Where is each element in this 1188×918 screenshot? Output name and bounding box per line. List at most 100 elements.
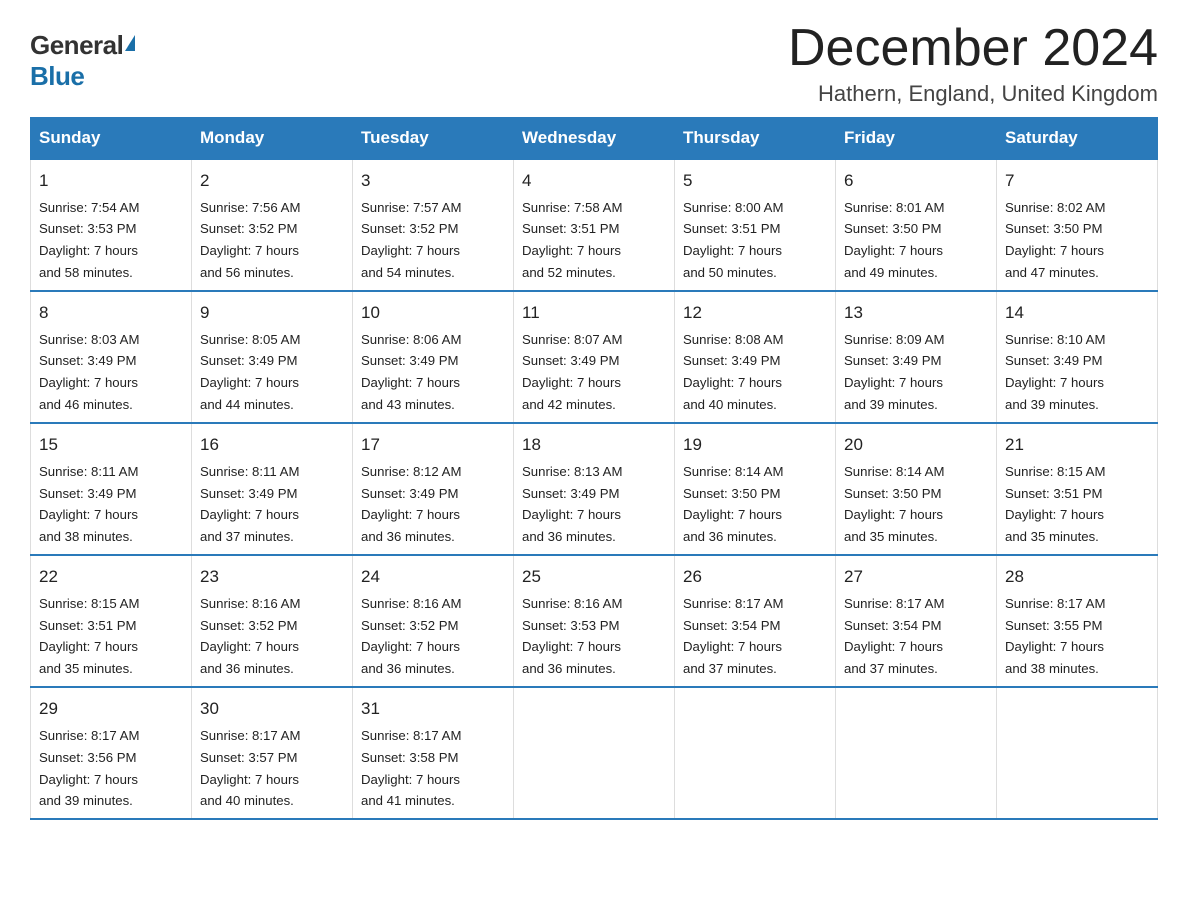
table-row: 19 Sunrise: 8:14 AMSunset: 3:50 PMDaylig…	[675, 423, 836, 555]
day-number: 12	[683, 300, 827, 326]
table-row: 16 Sunrise: 8:11 AMSunset: 3:49 PMDaylig…	[192, 423, 353, 555]
table-row: 10 Sunrise: 8:06 AMSunset: 3:49 PMDaylig…	[353, 291, 514, 423]
day-number: 8	[39, 300, 183, 326]
day-info: Sunrise: 8:15 AMSunset: 3:51 PMDaylight:…	[39, 596, 139, 677]
table-row	[514, 687, 675, 819]
day-number: 20	[844, 432, 988, 458]
header-monday: Monday	[192, 118, 353, 160]
week-row-1: 1 Sunrise: 7:54 AMSunset: 3:53 PMDayligh…	[31, 159, 1158, 291]
day-info: Sunrise: 8:05 AMSunset: 3:49 PMDaylight:…	[200, 332, 300, 413]
table-row: 4 Sunrise: 7:58 AMSunset: 3:51 PMDayligh…	[514, 159, 675, 291]
header-sunday: Sunday	[31, 118, 192, 160]
day-info: Sunrise: 8:16 AMSunset: 3:53 PMDaylight:…	[522, 596, 622, 677]
day-info: Sunrise: 8:16 AMSunset: 3:52 PMDaylight:…	[200, 596, 300, 677]
table-row: 1 Sunrise: 7:54 AMSunset: 3:53 PMDayligh…	[31, 159, 192, 291]
table-row: 2 Sunrise: 7:56 AMSunset: 3:52 PMDayligh…	[192, 159, 353, 291]
day-number: 4	[522, 168, 666, 194]
calendar-title: December 2024	[788, 20, 1158, 77]
day-info: Sunrise: 8:14 AMSunset: 3:50 PMDaylight:…	[844, 464, 944, 545]
day-number: 28	[1005, 564, 1149, 590]
table-row	[836, 687, 997, 819]
day-info: Sunrise: 8:15 AMSunset: 3:51 PMDaylight:…	[1005, 464, 1105, 545]
table-row: 24 Sunrise: 8:16 AMSunset: 3:52 PMDaylig…	[353, 555, 514, 687]
day-number: 27	[844, 564, 988, 590]
day-number: 2	[200, 168, 344, 194]
table-row: 12 Sunrise: 8:08 AMSunset: 3:49 PMDaylig…	[675, 291, 836, 423]
day-info: Sunrise: 8:17 AMSunset: 3:57 PMDaylight:…	[200, 728, 300, 809]
calendar-header: Sunday Monday Tuesday Wednesday Thursday…	[31, 118, 1158, 160]
day-number: 19	[683, 432, 827, 458]
calendar-body: 1 Sunrise: 7:54 AMSunset: 3:53 PMDayligh…	[31, 159, 1158, 819]
calendar-subtitle: Hathern, England, United Kingdom	[788, 81, 1158, 107]
page-header: General Blue December 2024 Hathern, Engl…	[30, 20, 1158, 107]
table-row: 21 Sunrise: 8:15 AMSunset: 3:51 PMDaylig…	[997, 423, 1158, 555]
table-row: 20 Sunrise: 8:14 AMSunset: 3:50 PMDaylig…	[836, 423, 997, 555]
day-number: 1	[39, 168, 183, 194]
table-row: 11 Sunrise: 8:07 AMSunset: 3:49 PMDaylig…	[514, 291, 675, 423]
day-number: 14	[1005, 300, 1149, 326]
day-info: Sunrise: 8:12 AMSunset: 3:49 PMDaylight:…	[361, 464, 461, 545]
day-number: 5	[683, 168, 827, 194]
table-row: 26 Sunrise: 8:17 AMSunset: 3:54 PMDaylig…	[675, 555, 836, 687]
table-row: 17 Sunrise: 8:12 AMSunset: 3:49 PMDaylig…	[353, 423, 514, 555]
day-info: Sunrise: 8:17 AMSunset: 3:55 PMDaylight:…	[1005, 596, 1105, 677]
day-number: 11	[522, 300, 666, 326]
day-number: 13	[844, 300, 988, 326]
table-row: 13 Sunrise: 8:09 AMSunset: 3:49 PMDaylig…	[836, 291, 997, 423]
day-info: Sunrise: 8:14 AMSunset: 3:50 PMDaylight:…	[683, 464, 783, 545]
day-info: Sunrise: 7:56 AMSunset: 3:52 PMDaylight:…	[200, 200, 300, 281]
logo: General Blue	[30, 30, 135, 92]
day-info: Sunrise: 8:11 AMSunset: 3:49 PMDaylight:…	[39, 464, 138, 545]
day-info: Sunrise: 8:08 AMSunset: 3:49 PMDaylight:…	[683, 332, 783, 413]
calendar-table: Sunday Monday Tuesday Wednesday Thursday…	[30, 117, 1158, 820]
day-info: Sunrise: 8:16 AMSunset: 3:52 PMDaylight:…	[361, 596, 461, 677]
day-number: 24	[361, 564, 505, 590]
logo-general: General	[30, 30, 123, 61]
day-number: 22	[39, 564, 183, 590]
table-row: 15 Sunrise: 8:11 AMSunset: 3:49 PMDaylig…	[31, 423, 192, 555]
header-saturday: Saturday	[997, 118, 1158, 160]
table-row: 22 Sunrise: 8:15 AMSunset: 3:51 PMDaylig…	[31, 555, 192, 687]
day-number: 25	[522, 564, 666, 590]
day-number: 18	[522, 432, 666, 458]
day-number: 7	[1005, 168, 1149, 194]
day-number: 6	[844, 168, 988, 194]
day-info: Sunrise: 7:57 AMSunset: 3:52 PMDaylight:…	[361, 200, 461, 281]
table-row: 25 Sunrise: 8:16 AMSunset: 3:53 PMDaylig…	[514, 555, 675, 687]
logo-triangle-icon	[125, 35, 135, 51]
day-info: Sunrise: 8:06 AMSunset: 3:49 PMDaylight:…	[361, 332, 461, 413]
day-info: Sunrise: 8:17 AMSunset: 3:58 PMDaylight:…	[361, 728, 461, 809]
day-info: Sunrise: 8:10 AMSunset: 3:49 PMDaylight:…	[1005, 332, 1105, 413]
day-number: 30	[200, 696, 344, 722]
day-info: Sunrise: 8:02 AMSunset: 3:50 PMDaylight:…	[1005, 200, 1105, 281]
header-friday: Friday	[836, 118, 997, 160]
day-number: 21	[1005, 432, 1149, 458]
header-thursday: Thursday	[675, 118, 836, 160]
header-row: Sunday Monday Tuesday Wednesday Thursday…	[31, 118, 1158, 160]
table-row: 8 Sunrise: 8:03 AMSunset: 3:49 PMDayligh…	[31, 291, 192, 423]
title-block: December 2024 Hathern, England, United K…	[788, 20, 1158, 107]
day-info: Sunrise: 8:01 AMSunset: 3:50 PMDaylight:…	[844, 200, 944, 281]
table-row: 6 Sunrise: 8:01 AMSunset: 3:50 PMDayligh…	[836, 159, 997, 291]
table-row: 28 Sunrise: 8:17 AMSunset: 3:55 PMDaylig…	[997, 555, 1158, 687]
day-number: 31	[361, 696, 505, 722]
week-row-4: 22 Sunrise: 8:15 AMSunset: 3:51 PMDaylig…	[31, 555, 1158, 687]
day-info: Sunrise: 8:09 AMSunset: 3:49 PMDaylight:…	[844, 332, 944, 413]
table-row: 18 Sunrise: 8:13 AMSunset: 3:49 PMDaylig…	[514, 423, 675, 555]
day-info: Sunrise: 8:11 AMSunset: 3:49 PMDaylight:…	[200, 464, 299, 545]
table-row: 31 Sunrise: 8:17 AMSunset: 3:58 PMDaylig…	[353, 687, 514, 819]
day-info: Sunrise: 8:17 AMSunset: 3:54 PMDaylight:…	[683, 596, 783, 677]
table-row	[997, 687, 1158, 819]
table-row: 14 Sunrise: 8:10 AMSunset: 3:49 PMDaylig…	[997, 291, 1158, 423]
day-number: 3	[361, 168, 505, 194]
header-wednesday: Wednesday	[514, 118, 675, 160]
logo-blue: Blue	[30, 61, 84, 91]
day-number: 26	[683, 564, 827, 590]
week-row-3: 15 Sunrise: 8:11 AMSunset: 3:49 PMDaylig…	[31, 423, 1158, 555]
day-info: Sunrise: 8:00 AMSunset: 3:51 PMDaylight:…	[683, 200, 783, 281]
day-info: Sunrise: 8:13 AMSunset: 3:49 PMDaylight:…	[522, 464, 622, 545]
day-info: Sunrise: 8:17 AMSunset: 3:54 PMDaylight:…	[844, 596, 944, 677]
table-row: 5 Sunrise: 8:00 AMSunset: 3:51 PMDayligh…	[675, 159, 836, 291]
table-row: 27 Sunrise: 8:17 AMSunset: 3:54 PMDaylig…	[836, 555, 997, 687]
day-info: Sunrise: 7:58 AMSunset: 3:51 PMDaylight:…	[522, 200, 622, 281]
